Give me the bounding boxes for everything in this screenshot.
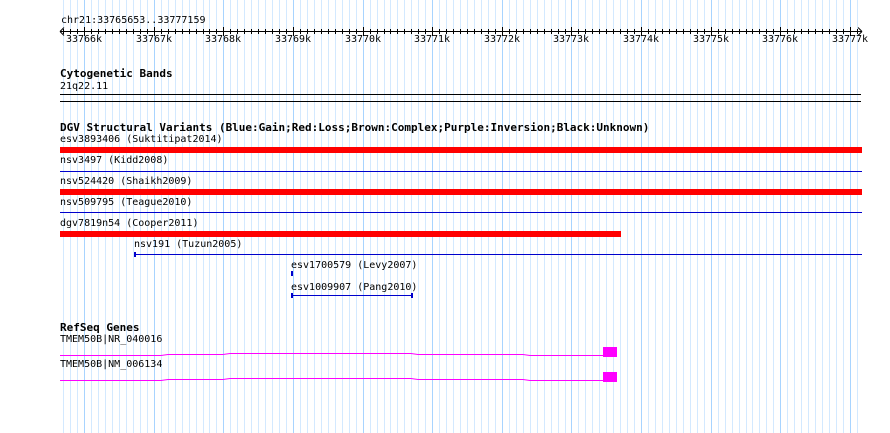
cytoband-top-line [60,94,861,95]
ruler-tick-label: 33777k [831,34,869,45]
ruler-tick-label: 33773k [552,34,590,45]
variant-start-cap [291,293,293,298]
variant-gain-line[interactable] [60,212,862,213]
ruler-tick-label: 33776k [761,34,799,45]
ruler-tick-label: 33771k [413,34,451,45]
ruler-tick-label: 33769k [274,34,312,45]
gene-intron-line [60,378,603,381]
gene-intron-line [60,353,603,356]
gene-exon-block[interactable] [603,347,617,357]
variant-label[interactable]: nsv3497 (Kidd2008) [60,155,168,167]
gene-model[interactable] [0,370,890,390]
variant-gain-line[interactable] [291,295,413,296]
ruler-tick-label: 33772k [483,34,521,45]
variant-gain-line[interactable] [134,254,862,255]
variant-loss-bar[interactable] [60,231,621,237]
ruler-tick-label: 33775k [692,34,730,45]
variant-label[interactable]: dgv7819n54 (Cooper2011) [60,218,198,230]
variant-label[interactable]: esv1700579 (Levy2007) [291,260,417,272]
ruler-tick-label: 33774k [622,34,660,45]
variant-label[interactable]: nsv509795 (Teague2010) [60,197,192,209]
variant-loss-bar[interactable] [60,147,862,153]
cytoband-bottom-line [60,101,861,102]
variant-label[interactable]: nsv191 (Tuzun2005) [134,239,242,251]
coordinate-range-label: chr21:33765653..33777159 [61,15,206,26]
ruler-tick-label: 33770k [344,34,382,45]
variant-end-cap [291,271,293,276]
variant-label[interactable]: nsv524420 (Shaikh2009) [60,176,192,188]
variant-loss-bar[interactable] [60,189,862,195]
gene-exon-block[interactable] [603,372,617,382]
dgv-title: DGV Structural Variants (Blue:Gain;Red:L… [60,121,650,134]
variant-start-cap [134,252,136,257]
ruler-right-arrow [857,27,863,32]
refseq-title: RefSeq Genes [60,321,140,334]
ruler-tick-label: 33766k [65,34,103,45]
variant-label[interactable]: esv1009907 (Pang2010) [291,282,417,294]
variant-end-cap [411,293,413,298]
ruler-tick-label: 33768k [204,34,242,45]
variant-gain-line[interactable] [60,171,862,172]
genome-browser-view: chr21:33765653..33777159 33766k 33767k 337… [0,0,890,433]
cytoband-title: Cytogenetic Bands [60,67,173,80]
ruler-tick-label: 33767k [135,34,173,45]
cytoband-label[interactable]: 21q22.11 [60,81,108,93]
variant-label[interactable]: esv3893406 (Suktitipat2014) [60,134,223,146]
